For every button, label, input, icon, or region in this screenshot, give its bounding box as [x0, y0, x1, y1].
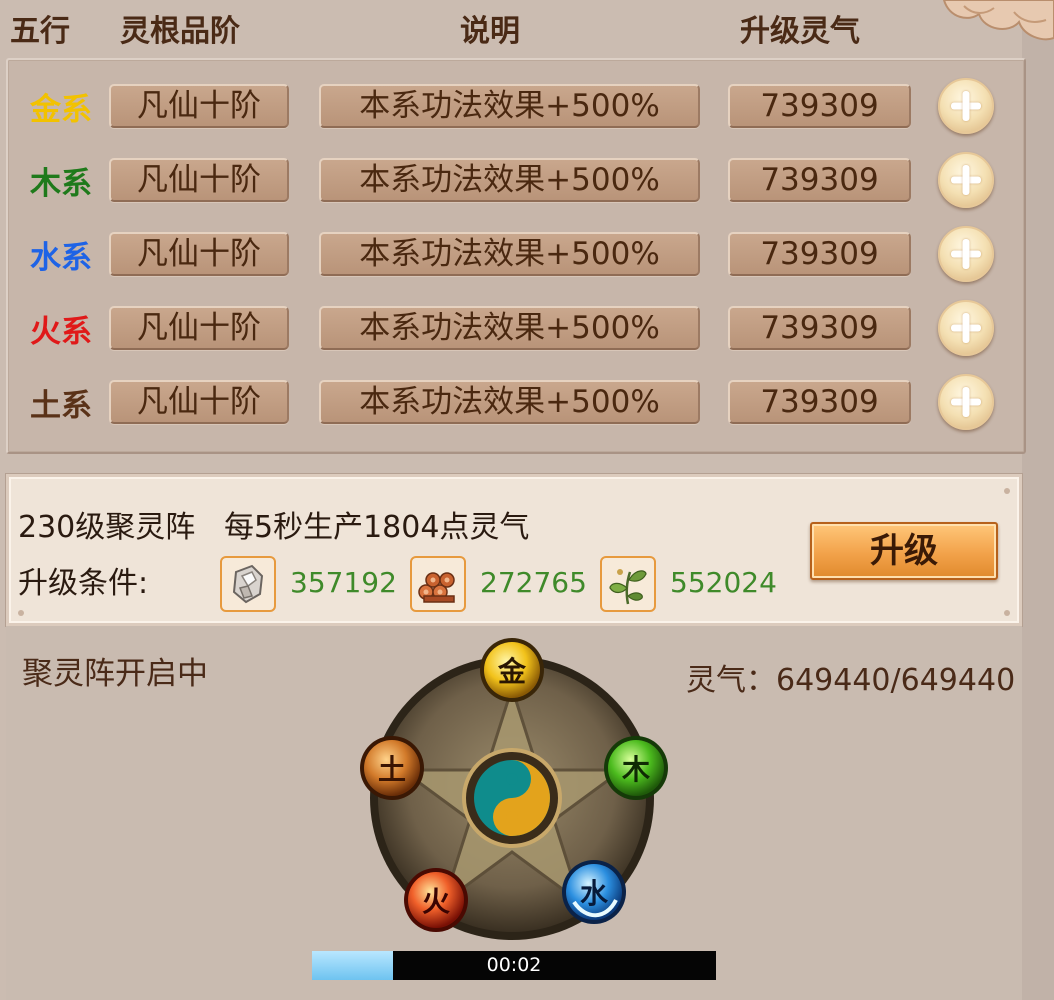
- yin-yang-icon: [474, 760, 550, 836]
- table-row: 木系 凡仙十阶 本系功法效果+500% 739309: [8, 134, 1024, 208]
- ore-icon: [220, 556, 276, 612]
- element-label: 水系: [30, 240, 92, 276]
- element-label: 木系: [30, 166, 92, 202]
- earth-glyph: 土: [377, 753, 406, 786]
- element-label: 金系: [30, 92, 92, 128]
- table-row: 火系 凡仙十阶 本系功法效果+500% 739309: [8, 282, 1024, 356]
- header-rank: 灵根品阶: [120, 14, 240, 49]
- element-label: 土系: [30, 388, 92, 424]
- ore-amount: 357192: [290, 566, 397, 599]
- description-cell: 本系功法效果+500%: [319, 306, 700, 350]
- table-row: 土系 凡仙十阶 本系功法效果+500% 739309: [8, 356, 1024, 430]
- formation-level: 230级聚灵阵: [18, 510, 196, 545]
- upgrade-requirements-label: 升级条件:: [18, 566, 149, 601]
- wood-logs-icon: [410, 556, 466, 612]
- cost-cell: 739309: [728, 380, 911, 424]
- cloud-decoration-icon: [942, 0, 1054, 41]
- header-description: 说明: [460, 14, 520, 49]
- description-cell: 本系功法效果+500%: [319, 380, 700, 424]
- panel-rivet: [1004, 488, 1010, 494]
- cost-cell: 739309: [728, 84, 911, 128]
- rank-cell: 凡仙十阶: [109, 84, 289, 128]
- rank-cell: 凡仙十阶: [109, 306, 289, 350]
- spirit-root-table: 金系 凡仙十阶 本系功法效果+500% 739309 木系 凡仙十阶 本系功法效…: [6, 58, 1026, 454]
- cost-cell: 739309: [728, 232, 911, 276]
- table-row: 金系 凡仙十阶 本系功法效果+500% 739309: [8, 60, 1024, 134]
- description-cell: 本系功法效果+500%: [319, 232, 700, 276]
- element-label: 火系: [30, 314, 92, 350]
- upgrade-plus-button[interactable]: [938, 300, 994, 356]
- formation-production: 每5秒生产1804点灵气: [224, 510, 530, 545]
- header-element: 五行: [10, 14, 70, 49]
- formation-status: 聚灵阵开启中: [22, 656, 208, 692]
- panel-edge: [1022, 0, 1054, 1000]
- upgrade-plus-button[interactable]: [938, 78, 994, 134]
- rank-cell: 凡仙十阶: [109, 158, 289, 202]
- panel-rivet: [1004, 610, 1010, 616]
- timer-text: 00:02: [486, 954, 542, 976]
- fire-glyph: 火: [421, 885, 450, 918]
- upgrade-plus-button[interactable]: [938, 374, 994, 430]
- panel-rivet: [18, 610, 24, 616]
- upgrade-plus-button[interactable]: [938, 226, 994, 282]
- description-cell: 本系功法效果+500%: [319, 158, 700, 202]
- header-cost: 升级灵气: [740, 14, 860, 49]
- table-row: 水系 凡仙十阶 本系功法效果+500% 739309: [8, 208, 1024, 282]
- cost-cell: 739309: [728, 306, 911, 350]
- gold-glyph: 金: [497, 655, 526, 688]
- rank-cell: 凡仙十阶: [109, 232, 289, 276]
- herb-icon: [600, 556, 656, 612]
- wood-amount: 272765: [480, 566, 587, 599]
- upgrade-plus-button[interactable]: [938, 152, 994, 208]
- water-glyph: 水: [579, 877, 608, 910]
- upgrade-button[interactable]: 升级: [810, 522, 998, 580]
- rank-cell: 凡仙十阶: [109, 380, 289, 424]
- qi-counter: 灵气：649440/649440: [686, 663, 1016, 698]
- herb-amount: 552024: [670, 566, 777, 599]
- wood-glyph: 木: [621, 753, 650, 786]
- description-cell: 本系功法效果+500%: [319, 84, 700, 128]
- cost-cell: 739309: [728, 158, 911, 202]
